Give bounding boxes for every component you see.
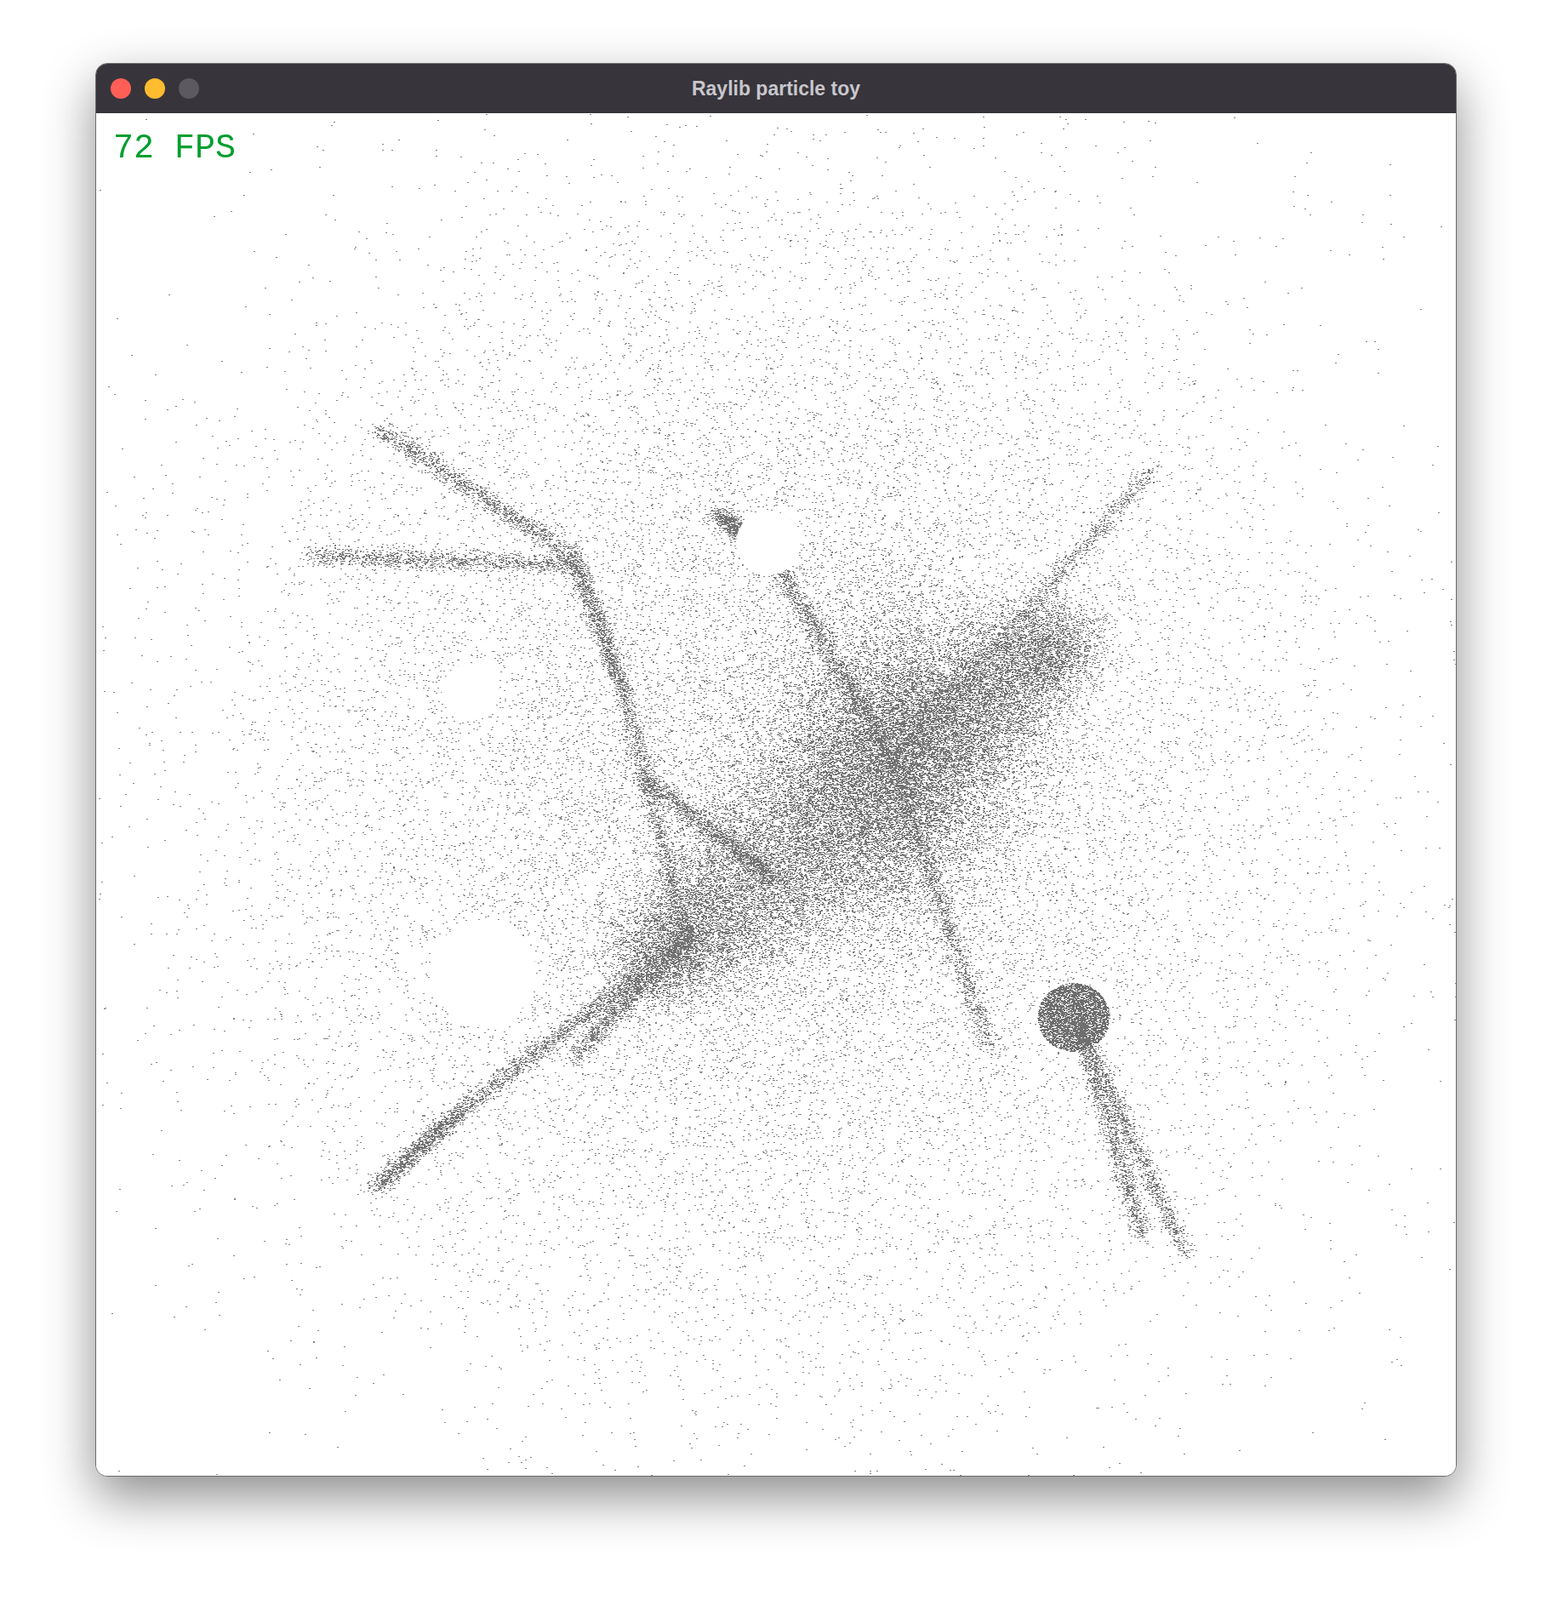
zoom-button[interactable]	[178, 78, 200, 99]
window-controls	[110, 78, 692, 99]
fps-counter: 72 FPS	[113, 130, 236, 168]
particle-canvas[interactable]	[96, 113, 1457, 1476]
window-title: Raylib particle toy	[691, 74, 861, 104]
minimize-button[interactable]	[144, 78, 166, 99]
close-button[interactable]	[110, 78, 132, 99]
render-area[interactable]: 72 FPS	[96, 113, 1457, 1476]
title-bar[interactable]: Raylib particle toy	[96, 63, 1456, 114]
app-window: Raylib particle toy 72 FPS	[95, 62, 1457, 1477]
desktop: Raylib particle toy 72 FPS	[0, 0, 1552, 1600]
